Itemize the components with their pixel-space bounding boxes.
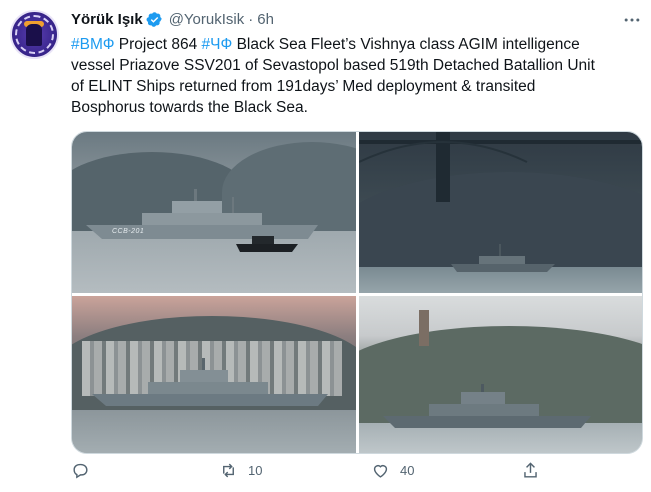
- avatar-figure: [26, 24, 42, 46]
- verified-badge-icon: [146, 11, 162, 27]
- photo-4[interactable]: [359, 296, 642, 453]
- ship-silhouette: [383, 384, 591, 428]
- ship-silhouette: [92, 358, 328, 406]
- share-button[interactable]: [521, 459, 540, 481]
- share-icon: [524, 461, 537, 478]
- tweet-text-line-4: Bosphorus towards the Black Sea.: [71, 99, 308, 116]
- tweet-text-line-1: #ВМФ Project 864 #ЧФ Black Sea Fleet’s V…: [71, 34, 631, 55]
- photo-1[interactable]: ССВ-201: [72, 132, 356, 293]
- retweet-button[interactable]: 10: [219, 459, 262, 481]
- photo-water: [72, 410, 356, 453]
- timestamp[interactable]: 6h: [257, 11, 274, 28]
- photo-3[interactable]: [72, 296, 356, 453]
- hashtag-chf[interactable]: #ЧФ: [202, 36, 233, 53]
- avatar[interactable]: [10, 10, 59, 59]
- tweet-text-line-2: vessel Priazove SSV201 of Sevastopol bas…: [71, 57, 595, 74]
- ship-silhouette: [451, 244, 555, 272]
- bridge-cables: [359, 141, 528, 163]
- boat-silhouette: [236, 236, 298, 252]
- text-segment: Black Sea Fleet’s Vishnya class AGIM int…: [232, 36, 580, 53]
- heart-icon: [373, 464, 388, 478]
- tweet-text: #ВМФ Project 864 #ЧФ Black Sea Fleet’s V…: [71, 34, 631, 118]
- ship-hull-label: ССВ-201: [112, 228, 145, 235]
- media-grid: ССВ-201: [71, 131, 643, 454]
- tweet[interactable]: Yörük Işık @YorukIsik · 6h #ВМФ Project …: [0, 0, 651, 492]
- retweet-icon: [223, 463, 234, 477]
- tweet-header: Yörük Işık @YorukIsik · 6h: [71, 9, 274, 29]
- display-name[interactable]: Yörük Işık: [71, 11, 143, 28]
- hashtag-vmf[interactable]: #ВМФ: [71, 36, 114, 53]
- photo-2[interactable]: [359, 132, 642, 293]
- more-dots-icon[interactable]: [622, 10, 642, 30]
- like-count: 40: [400, 462, 415, 478]
- tweet-actions: 10 40: [71, 459, 631, 483]
- reply-button[interactable]: [71, 459, 100, 481]
- retweet-count: 10: [248, 462, 263, 478]
- like-button[interactable]: 40: [371, 459, 414, 481]
- reply-icon: [73, 463, 88, 479]
- handle[interactable]: @YorukIsik: [169, 11, 245, 28]
- tweet-text-line-3: of ELINT Ships returned from 191days’ Me…: [71, 78, 536, 95]
- separator-dot: ·: [248, 10, 254, 28]
- tower-silhouette: [419, 310, 429, 346]
- text-segment: Project 864: [114, 36, 202, 53]
